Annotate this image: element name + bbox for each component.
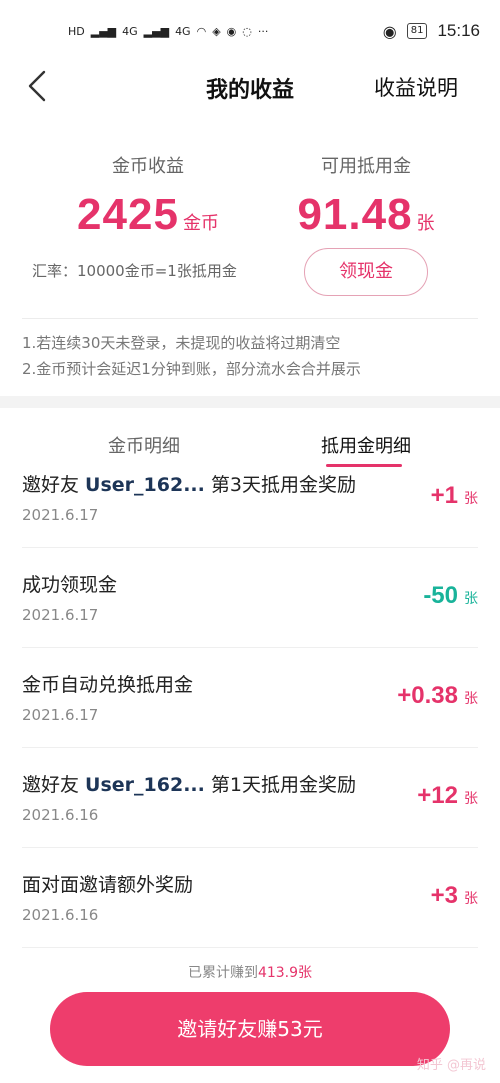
earnings-help-link[interactable]: 收益说明	[374, 72, 458, 102]
record-amount-unit: 张	[464, 791, 478, 807]
record-amount-unit: 张	[464, 491, 478, 507]
record-date: 2021.6.17	[22, 706, 99, 724]
note-line: 2.金币预计会延迟1分钟到账，部分流水会合并展示	[22, 360, 361, 378]
record-title: 成功领现金	[22, 570, 117, 597]
record-title-text: 邀好友	[22, 774, 86, 796]
record-title: 邀好友 User_162... 第3天抵用金奖励	[22, 470, 356, 497]
record-date: 2021.6.17	[22, 606, 99, 624]
list-item: 邀好友 User_162... 第1天抵用金奖励 2021.6.16 +12 张	[22, 748, 478, 848]
watermark: 知乎 @再说	[416, 1058, 486, 1073]
record-amount: +12 张	[417, 782, 478, 810]
battery-indicator: 81	[406, 23, 428, 39]
section-separator	[0, 396, 500, 408]
coins-unit: 金币	[182, 213, 219, 234]
record-amount-unit: 张	[464, 591, 478, 607]
hd-badge: HD	[68, 24, 85, 38]
record-title-suffix: 第1天抵用金奖励	[204, 774, 356, 796]
wifi-icon: ◠	[196, 24, 207, 38]
record-amount: +1 张	[431, 482, 478, 510]
signal-icon: ▂▄▆	[143, 24, 170, 38]
exchange-rate: 汇率：10000金币=1张抵用金	[32, 262, 237, 280]
status-bar: HD ▂▄▆ 4G ▂▄▆ 4G ◠ ◈ ◉ ◌ ··· ◉ 81 15:16	[0, 0, 500, 62]
list-item: 面对面邀请额外奖励 2021.6.16 +3 张	[22, 848, 478, 948]
record-amount: +0.38 张	[397, 682, 478, 710]
more-icon: ···	[257, 24, 269, 38]
record-title: 面对面邀请额外奖励	[22, 870, 193, 897]
record-user: User_162...	[85, 474, 205, 496]
tab-voucher-detail[interactable]: 抵用金明细	[286, 432, 446, 458]
record-title-text: 邀好友	[22, 474, 86, 496]
divider	[22, 318, 478, 319]
app-icon: ◉	[226, 24, 237, 38]
record-title-text: 金币自动兑换抵用金	[22, 674, 194, 696]
record-amount-unit: 张	[464, 691, 478, 707]
record-title: 金币自动兑换抵用金	[22, 670, 193, 697]
record-date: 2021.6.16	[22, 806, 99, 824]
coins-label: 金币收益	[112, 156, 184, 177]
tab-coins-detail[interactable]: 金币明细	[64, 432, 224, 458]
record-date: 2021.6.16	[22, 906, 99, 924]
earnings-summary: 金币收益 2425 金币 可用抵用金 91.48 张 汇率：10000金币=1张…	[0, 140, 500, 410]
record-title-text: 成功领现金	[22, 574, 118, 596]
note-line: 1.若连续30天未登录，未提现的收益将过期清空	[22, 334, 341, 352]
network-badge: 4G	[175, 24, 191, 38]
status-indicators: HD ▂▄▆ 4G ▂▄▆ 4G ◠ ◈ ◉ ◌ ···	[68, 25, 268, 38]
coins-summary: 金币收益 2425 金币	[48, 140, 248, 240]
record-amount-value: +12	[417, 782, 458, 809]
app-icon: ◈	[212, 24, 221, 38]
total-earned-value: 413.9张	[257, 965, 313, 981]
total-earned-label: 已累计赚到	[187, 965, 258, 981]
eye-icon: ◉	[382, 21, 397, 41]
total-earned: 已累计赚到413.9张	[0, 962, 500, 982]
voucher-value: 91.48	[297, 190, 413, 239]
footer: 已累计赚到413.9张 邀请好友赚53元 知乎 @再说	[0, 950, 500, 1083]
record-date: 2021.6.17	[22, 506, 99, 524]
voucher-unit: 张	[416, 213, 435, 234]
record-amount-value: +1	[430, 482, 458, 509]
voucher-label: 可用抵用金	[321, 156, 411, 177]
record-amount-value: -50	[423, 582, 458, 609]
list-item: 金币自动兑换抵用金 2021.6.17 +0.38 张	[22, 648, 478, 748]
list-item: 邀好友 User_162... 第3天抵用金奖励 2021.6.17 +1 张	[22, 462, 478, 548]
network-badge: 4G	[122, 24, 138, 38]
record-amount: -50 张	[423, 582, 478, 610]
withdraw-cash-button[interactable]: 领现金	[304, 248, 428, 296]
page-header: 我的收益 收益说明	[0, 62, 500, 110]
app-icon: ◌	[242, 24, 252, 38]
clock: 15:16	[437, 21, 480, 40]
coins-value: 2425	[77, 190, 179, 239]
record-amount-unit: 张	[464, 891, 478, 907]
voucher-summary: 可用抵用金 91.48 张	[266, 140, 466, 240]
record-amount: +3 张	[431, 882, 478, 910]
list-item: 成功领现金 2021.6.17 -50 张	[22, 548, 478, 648]
record-amount-value: +3	[430, 882, 458, 909]
record-user: User_162...	[85, 774, 205, 796]
notes: 1.若连续30天未登录，未提现的收益将过期清空 2.金币预计会延迟1分钟到账，部…	[22, 330, 361, 382]
record-title: 邀好友 User_162... 第1天抵用金奖励	[22, 770, 356, 797]
invite-friends-button[interactable]: 邀请好友赚53元	[50, 992, 450, 1066]
record-amount-value: +0.38	[397, 682, 458, 709]
record-title-text: 面对面邀请额外奖励	[22, 874, 194, 896]
record-title-suffix: 第3天抵用金奖励	[204, 474, 356, 496]
record-list: 邀好友 User_162... 第3天抵用金奖励 2021.6.17 +1 张成功领现…	[0, 462, 500, 948]
signal-icon: ▂▄▆	[90, 24, 117, 38]
